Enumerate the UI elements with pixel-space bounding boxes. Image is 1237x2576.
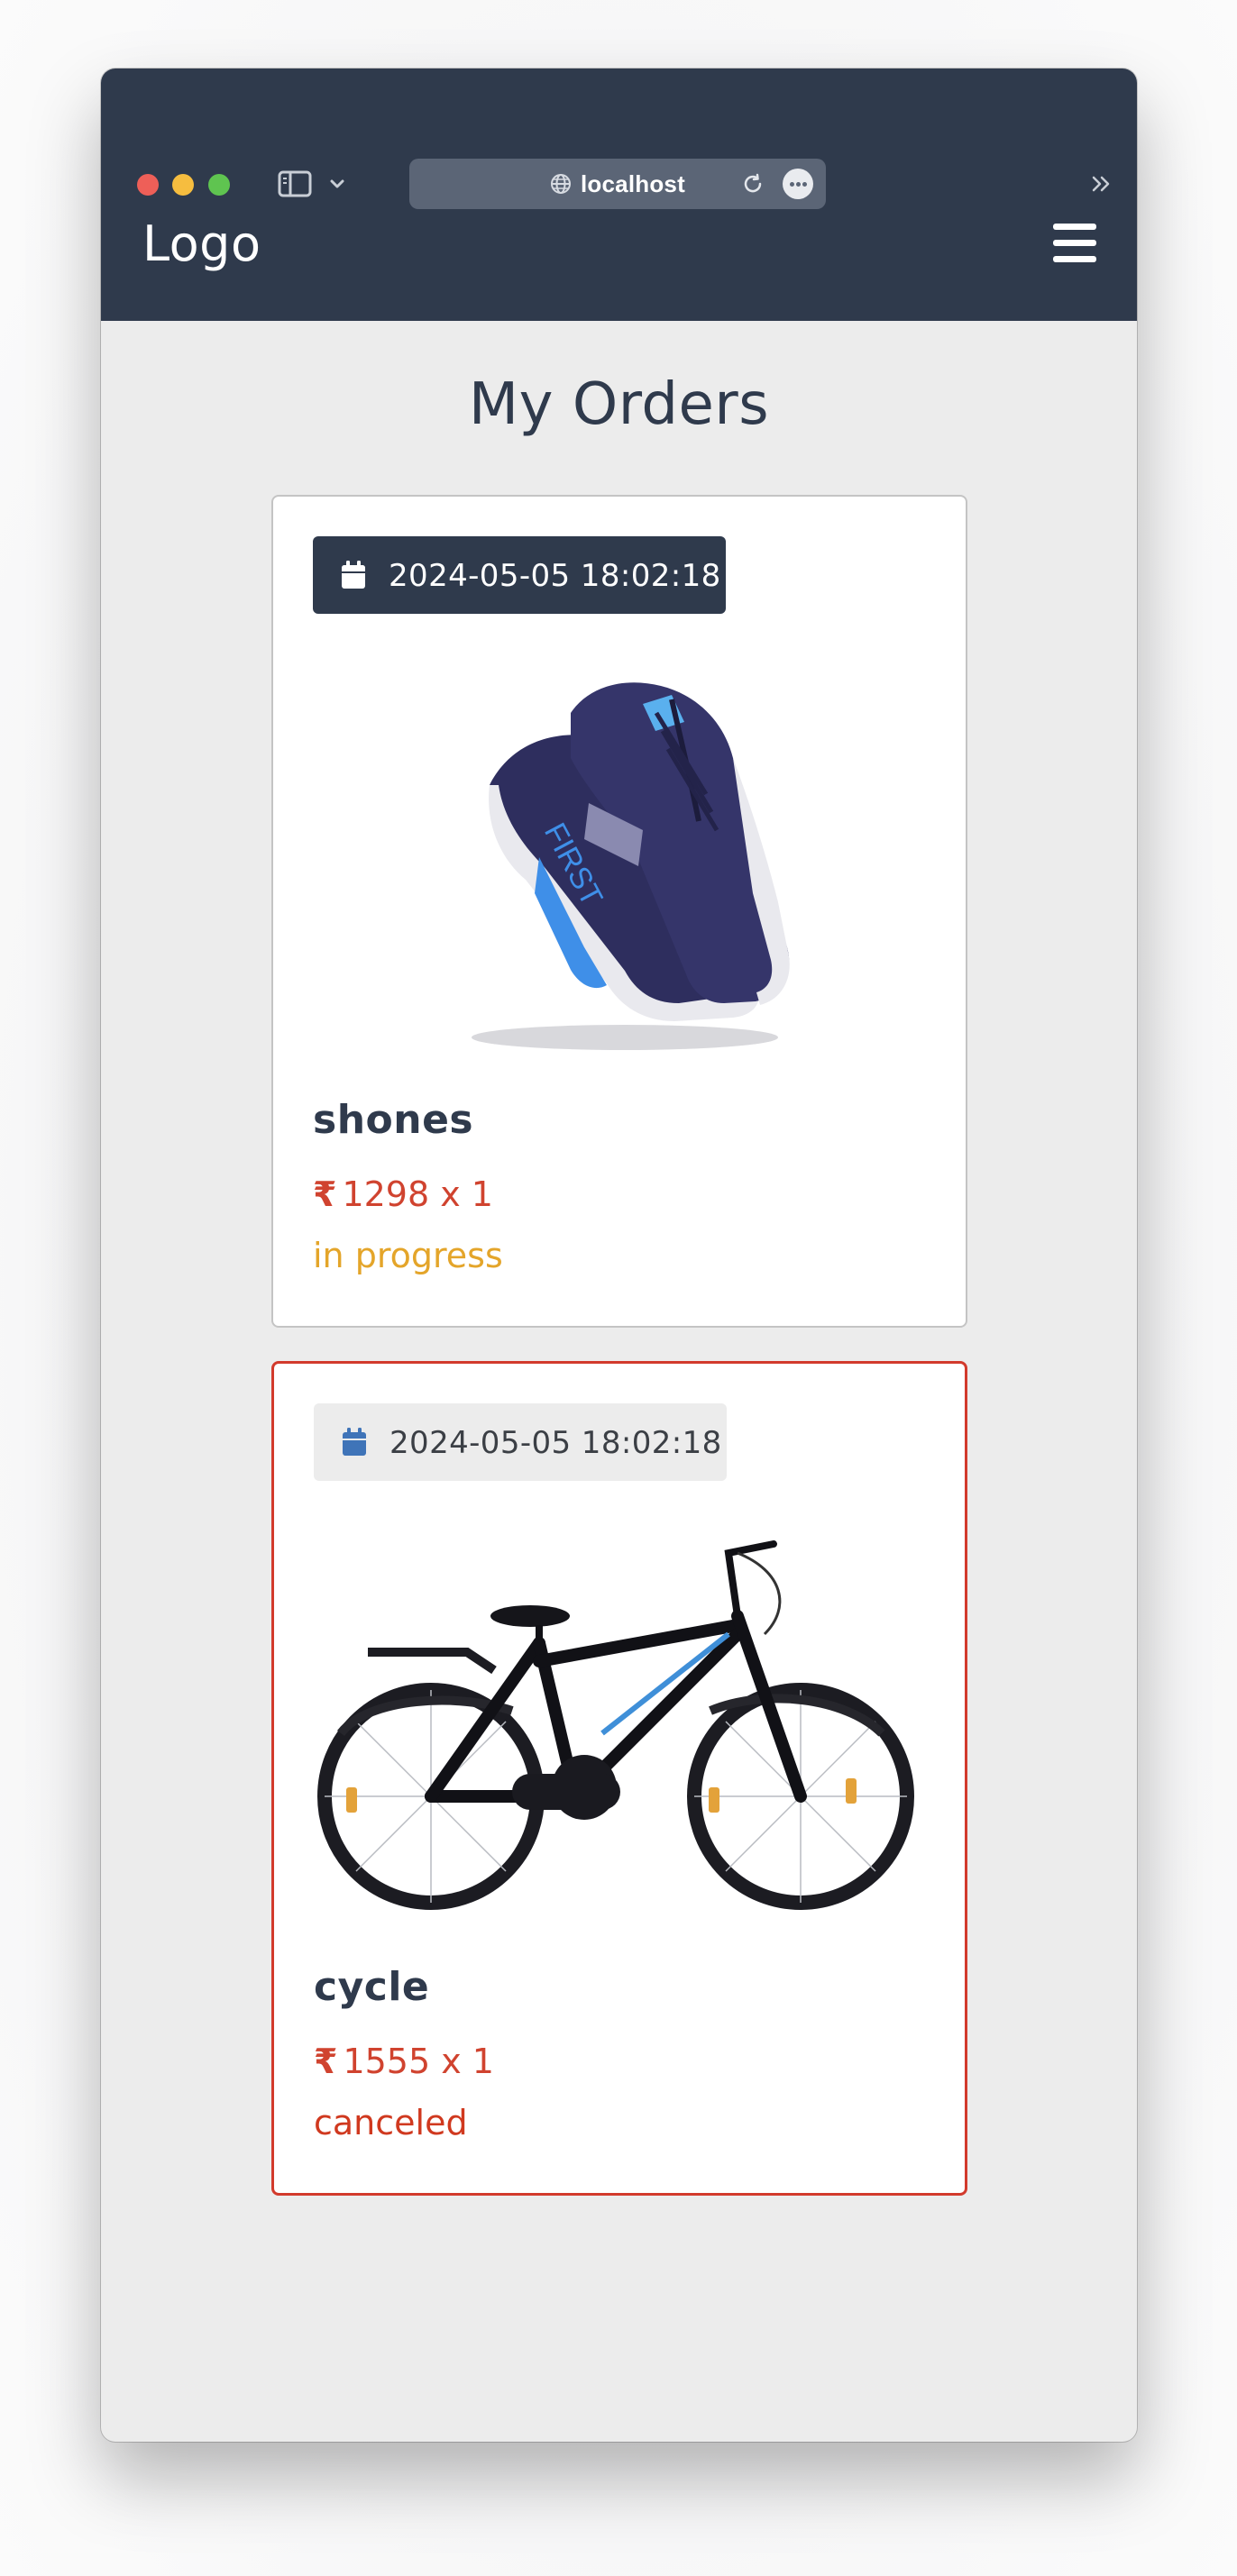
order-date: 2024-05-05 18:02:18: [389, 1425, 722, 1461]
maximize-window-button[interactable]: [208, 174, 230, 196]
order-price: ₹1555 x 1: [314, 2042, 494, 2081]
close-window-button[interactable]: [137, 174, 159, 196]
rupee-icon: ₹: [313, 1174, 337, 1214]
order-date-badge: 2024-05-05 18:02:18: [313, 536, 726, 614]
address-bar[interactable]: localhost: [409, 159, 826, 209]
hamburger-menu-icon[interactable]: [1053, 224, 1096, 263]
browser-window: localhost Logo My Orders 2024-05-05 18:0…: [101, 69, 1137, 2442]
calendar-icon: [342, 561, 365, 589]
order-price-value: 1555 x 1: [343, 2042, 494, 2081]
more-options-icon[interactable]: [783, 169, 813, 199]
order-date: 2024-05-05 18:02:18: [389, 558, 721, 594]
double-chevron-right-icon[interactable]: [1089, 173, 1114, 195]
reload-icon[interactable]: [741, 172, 765, 196]
page-title: My Orders: [468, 371, 770, 438]
browser-chrome-and-navbar: localhost Logo: [101, 69, 1137, 321]
bicycle-image: [314, 1517, 927, 1923]
url-text: localhost: [581, 170, 685, 197]
rupee-icon: ₹: [314, 2042, 338, 2081]
globe-icon: [550, 173, 572, 195]
chevron-down-icon[interactable]: [328, 175, 346, 193]
order-item-name: shones: [313, 1097, 474, 1143]
site-logo[interactable]: Logo: [142, 215, 261, 272]
sidebar-toggle-icon[interactable]: [278, 170, 312, 197]
order-date-badge: 2024-05-05 18:02:18: [314, 1403, 727, 1481]
order-card[interactable]: 2024-05-05 18:02:18 FIRST shones ₹1298 x…: [271, 495, 967, 1328]
order-status: in progress: [313, 1236, 503, 1275]
order-price-value: 1298 x 1: [342, 1174, 493, 1214]
calendar-icon: [343, 1428, 366, 1456]
sneaker-image: FIRST: [435, 650, 814, 1064]
order-status: canceled: [314, 2103, 468, 2142]
order-price: ₹1298 x 1: [313, 1174, 493, 1214]
order-item-name: cycle: [314, 1964, 430, 2010]
order-card[interactable]: 2024-05-05 18:02:18 cycle ₹ 1555 x 1 can…: [271, 1361, 967, 2196]
minimize-window-button[interactable]: [172, 174, 194, 196]
